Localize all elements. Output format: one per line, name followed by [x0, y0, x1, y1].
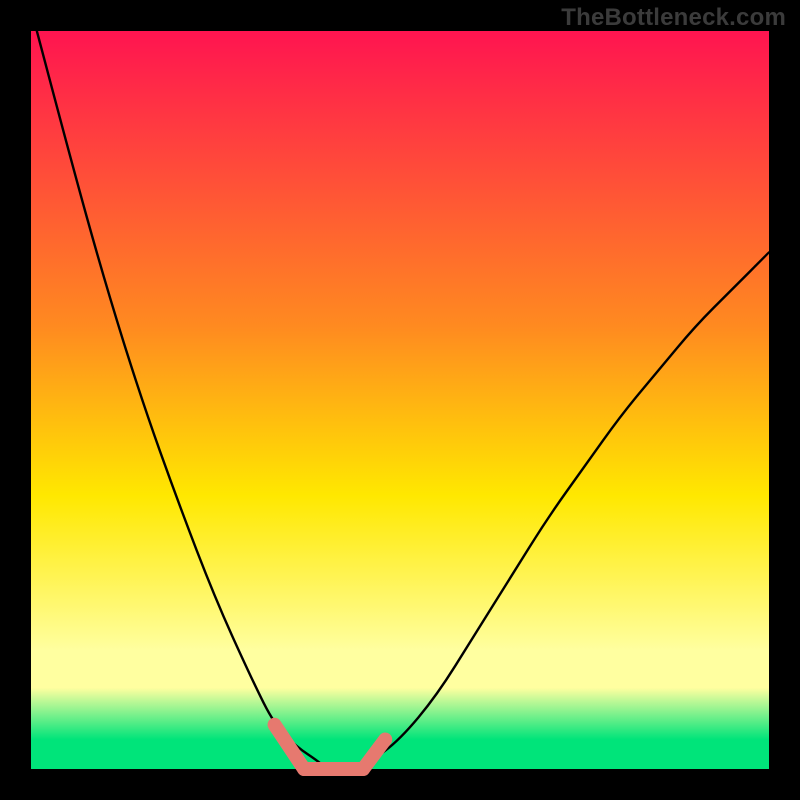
chart-svg	[0, 0, 800, 800]
chart-stage: TheBottleneck.com	[0, 0, 800, 800]
watermark-text: TheBottleneck.com	[561, 4, 786, 32]
